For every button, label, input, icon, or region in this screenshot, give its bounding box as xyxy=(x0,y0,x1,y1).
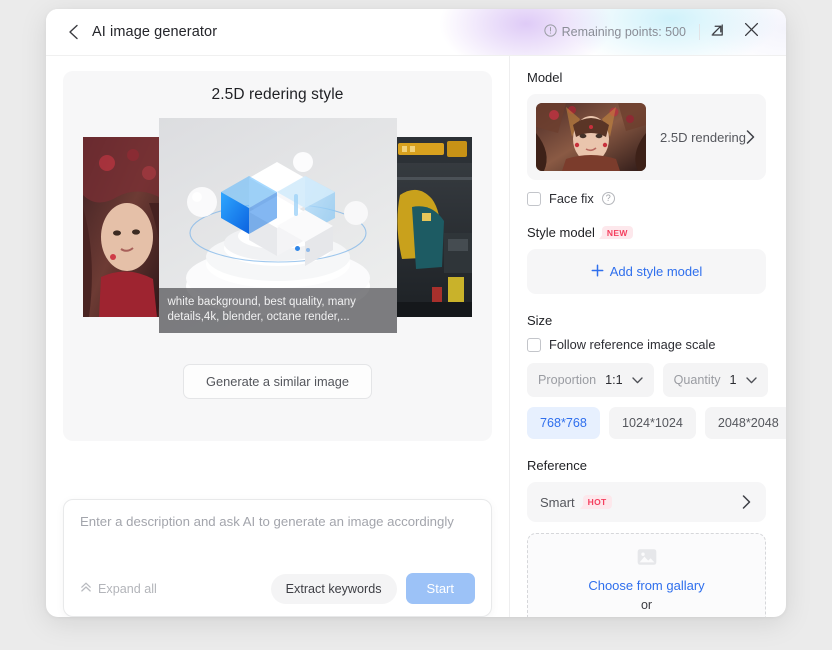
settings-pane: Model 2.5D rendering Face fix ? Style mo… xyxy=(510,56,786,617)
follow-reference-scale-checkbox[interactable] xyxy=(527,337,541,352)
style-model-label-text: Style model xyxy=(527,225,595,240)
face-fix-label: Face fix xyxy=(549,191,594,206)
resolution-option-768[interactable]: 768*768 xyxy=(527,407,600,439)
upload-local-image-link[interactable]: Upload local image xyxy=(591,615,702,617)
proportion-select[interactable]: Proportion 1:1 xyxy=(527,363,654,397)
header-actions: Remaining points: 500 xyxy=(543,17,768,47)
chevron-right-icon xyxy=(746,130,755,144)
size-selectors: Proportion 1:1 Quantity 1 xyxy=(527,363,768,397)
ai-image-generator-modal: AI image generator Remaining points: 500 xyxy=(46,9,786,617)
reference-group: Reference Smart HOT Choose from gallary … xyxy=(527,458,766,617)
upload-or-text: or xyxy=(640,598,653,612)
resolution-options: 768*768 1024*1024 2048*2048 xyxy=(527,407,786,439)
remaining-points: Remaining points: 500 xyxy=(543,24,699,40)
expand-all-button[interactable]: Expand all xyxy=(80,581,157,596)
proportion-value: 1:1 xyxy=(605,373,623,387)
info-circle-icon xyxy=(543,24,557,40)
prompt-input[interactable] xyxy=(80,514,475,530)
size-group: Size Follow reference image scale Propor… xyxy=(527,313,786,439)
carousel-slide-current[interactable]: white background, best quality, many det… xyxy=(158,118,397,333)
chevron-down-icon xyxy=(745,376,757,384)
page-title: AI image generator xyxy=(92,24,218,40)
smart-reference-selector[interactable]: Smart HOT xyxy=(527,482,766,522)
plus-icon xyxy=(591,264,604,280)
quantity-select[interactable]: Quantity 1 xyxy=(662,363,768,397)
hot-badge: HOT xyxy=(579,495,612,509)
model-selector[interactable]: 2.5D rendering xyxy=(527,94,766,180)
extract-keywords-button[interactable]: Extract keywords xyxy=(270,573,397,604)
model-label-text: Model xyxy=(527,70,563,85)
left-pane: 2.5D redering style white background, be… xyxy=(46,56,510,617)
style-preview-card: 2.5D redering style white background, be… xyxy=(63,71,492,442)
model-thumbnail-image xyxy=(536,103,646,171)
quantity-value: 1 xyxy=(729,373,737,387)
portrait-thumbnail-image xyxy=(83,137,163,317)
workshop-thumbnail-image xyxy=(392,137,472,317)
image-caption: white background, best quality, many det… xyxy=(158,288,397,333)
follow-reference-scale-label: Follow reference image scale xyxy=(549,337,716,352)
chevron-right-icon xyxy=(742,495,751,509)
expand-window-button[interactable] xyxy=(700,17,734,47)
model-section-label: Model xyxy=(527,70,766,85)
carousel-slide-previous[interactable] xyxy=(83,137,163,317)
open-in-new-icon xyxy=(709,22,725,43)
follow-reference-scale-row[interactable]: Follow reference image scale xyxy=(527,337,766,352)
face-fix-checkbox[interactable] xyxy=(527,191,541,206)
expand-all-label: Expand all xyxy=(98,581,157,596)
proportion-label: Proportion xyxy=(538,373,597,387)
smart-label: Smart xyxy=(540,494,575,510)
prompt-actions: Extract keywords Start xyxy=(270,573,475,604)
question-mark-icon[interactable]: ? xyxy=(601,192,615,205)
choose-from-gallery-link[interactable]: Choose from gallary xyxy=(588,576,704,596)
close-button[interactable] xyxy=(734,17,768,47)
size-section-label: Size xyxy=(527,313,766,328)
model-thumbnail xyxy=(536,103,646,171)
generate-similar-wrapper: Generate a similar image xyxy=(63,364,492,399)
face-fix-row[interactable]: Face fix ? xyxy=(527,191,766,206)
reference-upload-dropzone[interactable]: Choose from gallary or Upload local imag… xyxy=(527,533,766,617)
close-icon xyxy=(744,22,759,42)
modal-body: 2.5D redering style white background, be… xyxy=(46,56,786,617)
generate-similar-image-button[interactable]: Generate a similar image xyxy=(183,364,372,399)
modal-header: AI image generator Remaining points: 500 xyxy=(46,9,786,56)
style-model-group: Style model NEW Add style model xyxy=(527,225,766,294)
reference-label-text: Reference xyxy=(527,458,587,473)
new-badge: NEW xyxy=(598,225,633,240)
quantity-label: Quantity xyxy=(673,373,721,387)
image-placeholder-icon xyxy=(637,548,657,571)
add-style-model-label: Add style model xyxy=(609,264,703,279)
resolution-option-2048[interactable]: 2048*2048 xyxy=(704,407,786,439)
prompt-footer: Expand all Extract keywords Start xyxy=(80,573,475,604)
double-chevron-up-icon xyxy=(80,581,92,596)
back-button[interactable] xyxy=(62,19,84,45)
style-title: 2.5D redering style xyxy=(211,86,344,103)
size-label-text: Size xyxy=(527,313,553,328)
style-model-section-label: Style model NEW xyxy=(527,225,766,240)
reference-section-label: Reference xyxy=(527,458,766,473)
start-button[interactable]: Start xyxy=(405,573,475,604)
carousel-slide-next[interactable] xyxy=(392,137,472,317)
model-selected-name: 2.5D rendering xyxy=(660,129,746,145)
chevron-down-icon xyxy=(631,376,643,384)
prompt-box: Expand all Extract keywords Start xyxy=(63,499,492,617)
style-carousel: white background, best quality, many det… xyxy=(63,118,492,333)
resolution-option-1024[interactable]: 1024*1024 xyxy=(608,407,696,439)
chevron-left-icon xyxy=(68,24,79,40)
remaining-points-text: Remaining points: 500 xyxy=(561,25,686,39)
add-style-model-button[interactable]: Add style model xyxy=(527,249,766,294)
